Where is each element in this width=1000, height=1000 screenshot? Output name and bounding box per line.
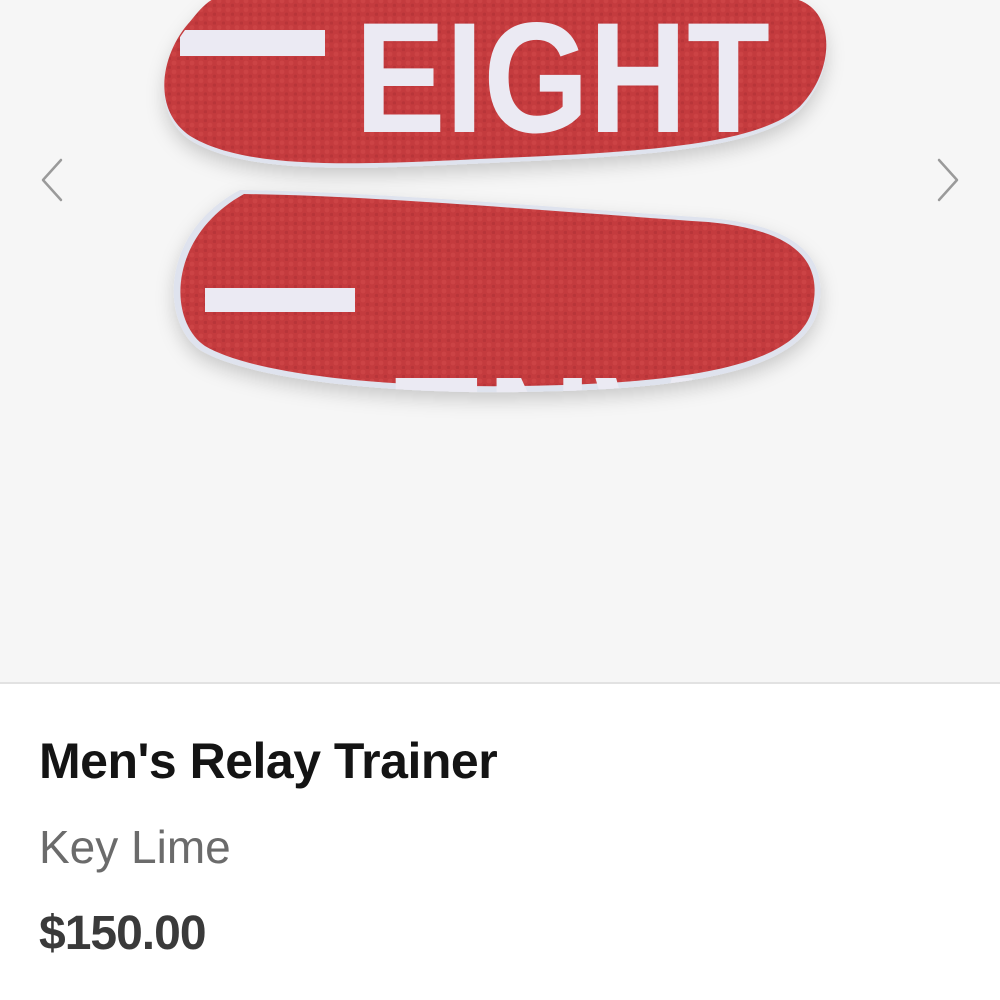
bottom-insole-text: LANE bbox=[390, 339, 785, 540]
chevron-right-icon bbox=[937, 158, 959, 202]
chevron-left-icon bbox=[41, 158, 63, 202]
product-image: EIGHT LANE bbox=[164, 0, 827, 540]
divider bbox=[0, 682, 1000, 684]
product-title: Men's Relay Trainer bbox=[39, 733, 498, 789]
top-insole-text: EIGHT bbox=[355, 0, 770, 166]
previous-image-button[interactable] bbox=[22, 150, 82, 210]
next-image-button[interactable] bbox=[918, 150, 978, 210]
product-color: Key Lime bbox=[39, 821, 231, 873]
product-image-gallery[interactable]: EIGHT LANE bbox=[0, 0, 1000, 682]
product-price: $150.00 bbox=[39, 907, 207, 960]
